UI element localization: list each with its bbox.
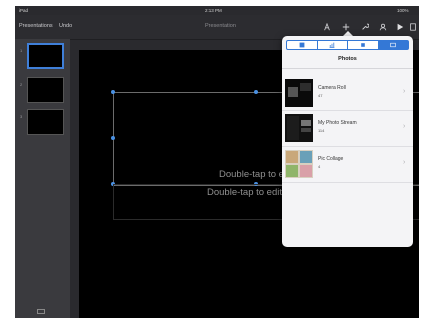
album-thumbnail bbox=[285, 150, 313, 178]
status-bar: iPad 2:13 PM 100% bbox=[15, 6, 419, 15]
tab-shape[interactable] bbox=[348, 41, 379, 49]
carrier-label: iPad bbox=[19, 8, 29, 13]
album-count: 4 bbox=[318, 164, 321, 169]
chart-icon bbox=[329, 42, 335, 48]
resize-handle[interactable] bbox=[254, 90, 258, 94]
chevron-right-icon: › bbox=[403, 123, 406, 130]
album-row-camera-roll[interactable]: Camera Roll 47 › bbox=[282, 76, 413, 111]
ipad-screen: iPad 2:13 PM 100% Presentations Undo Pre… bbox=[15, 6, 419, 318]
slide-number: 1 bbox=[20, 48, 23, 53]
popover-title: Photos bbox=[282, 56, 413, 69]
document-title: Presentation bbox=[205, 23, 236, 29]
chevron-right-icon: › bbox=[403, 159, 406, 166]
table-icon bbox=[299, 42, 305, 48]
insert-segmented-control bbox=[286, 40, 409, 50]
play-icon[interactable] bbox=[396, 23, 404, 31]
media-icon bbox=[390, 42, 396, 48]
tab-chart[interactable] bbox=[318, 41, 348, 49]
slide-thumbnail-3[interactable] bbox=[27, 109, 64, 135]
undo-button[interactable]: Undo bbox=[59, 23, 72, 29]
clock-label: 2:13 PM bbox=[205, 8, 222, 13]
share-icon[interactable] bbox=[323, 23, 331, 31]
album-row-my-photo-stream[interactable]: My Photo Stream 114 › bbox=[282, 110, 413, 147]
user-icon[interactable] bbox=[379, 23, 387, 31]
chevron-right-icon: › bbox=[403, 88, 406, 95]
album-name: Camera Roll bbox=[318, 85, 346, 91]
shape-icon bbox=[360, 43, 365, 47]
tab-media[interactable] bbox=[378, 41, 408, 49]
slide-navigator: 1 2 3 bbox=[15, 39, 70, 318]
album-count: 47 bbox=[318, 93, 323, 98]
battery-label: 100% bbox=[397, 8, 409, 13]
add-slide-icon[interactable] bbox=[37, 309, 45, 314]
subtitle-placeholder[interactable]: Double-tap to edit bbox=[207, 187, 282, 198]
media-popover: Photos Camera Roll 47 › My Photo Stream … bbox=[282, 36, 413, 247]
album-name: My Photo Stream bbox=[318, 120, 357, 126]
album-count: 114 bbox=[318, 128, 325, 133]
more-icon[interactable] bbox=[409, 23, 417, 31]
slide-number: 2 bbox=[20, 82, 23, 87]
slide-thumbnail-2[interactable] bbox=[27, 77, 64, 103]
resize-handle[interactable] bbox=[111, 90, 115, 94]
tab-table[interactable] bbox=[287, 41, 318, 49]
slide-number: 3 bbox=[20, 114, 23, 119]
add-icon[interactable] bbox=[342, 23, 350, 31]
album-row-pic-collage[interactable]: Pic Collage 4 › bbox=[282, 146, 413, 183]
album-thumbnail bbox=[285, 114, 313, 142]
presentations-button[interactable]: Presentations bbox=[19, 23, 53, 29]
album-name: Pic Collage bbox=[318, 156, 344, 162]
slide-thumbnail-1[interactable] bbox=[27, 43, 64, 69]
wrench-icon[interactable] bbox=[361, 23, 369, 31]
album-thumbnail bbox=[285, 79, 313, 107]
resize-handle[interactable] bbox=[111, 136, 115, 140]
